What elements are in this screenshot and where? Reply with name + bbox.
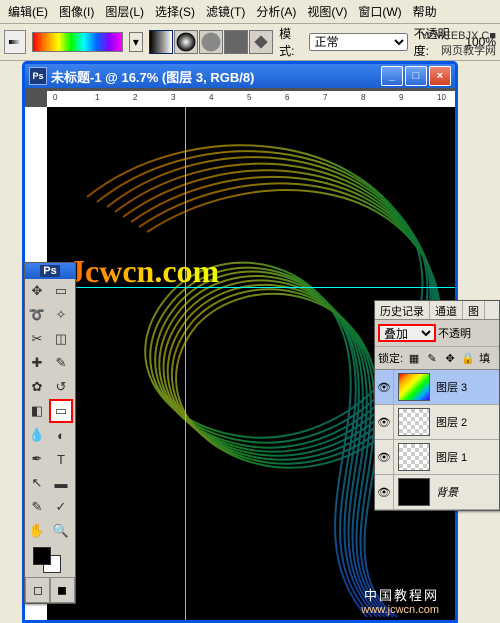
lock-paint-icon[interactable]: ✎ <box>425 351 439 365</box>
crop-tool[interactable]: ✂ <box>25 327 49 351</box>
notes-tool[interactable]: ✎ <box>25 495 49 519</box>
lock-all-icon[interactable]: 🔒 <box>461 351 475 365</box>
lasso-tool[interactable]: ➰ <box>25 303 49 327</box>
footer-watermark: 中国教程网 www.jcwcn.com <box>361 585 439 616</box>
blend-row: 叠加 不透明 <box>375 320 499 347</box>
dodge-tool[interactable]: ◐ <box>49 423 73 447</box>
close-button[interactable]: × <box>429 66 451 86</box>
vertical-guide <box>185 107 186 620</box>
ps-doc-icon: Ps <box>29 67 47 85</box>
history-brush-tool[interactable]: ↺ <box>49 375 73 399</box>
slice-tool[interactable]: ◫ <box>49 327 73 351</box>
layer-row[interactable]: 👁 图层 2 <box>375 405 499 440</box>
quickmask-on[interactable]: ◼ <box>49 577 75 603</box>
menu-filter[interactable]: 滤镜(T) <box>202 2 249 21</box>
pen-tool[interactable]: ✒ <box>25 447 49 471</box>
path-tool[interactable]: ↖ <box>25 471 49 495</box>
blur-tool[interactable]: 💧 <box>25 423 49 447</box>
menu-window[interactable]: 窗口(W) <box>354 2 405 21</box>
toolbox-title[interactable]: Ps <box>25 263 75 279</box>
gradient-tool-indicator <box>4 30 26 54</box>
quickmask-off[interactable]: ◻ <box>25 577 51 603</box>
menu-image[interactable]: 图像(I) <box>55 2 98 21</box>
menu-help[interactable]: 帮助 <box>409 2 441 21</box>
brush-tool[interactable]: ✎ <box>49 351 73 375</box>
lock-move-icon[interactable]: ✥ <box>443 351 457 365</box>
visibility-icon[interactable]: 👁 <box>375 440 394 474</box>
layer-row[interactable]: 👁 背景 <box>375 475 499 510</box>
shape-tool[interactable]: ▬ <box>49 471 73 495</box>
menu-analysis[interactable]: 分析(A) <box>252 2 300 21</box>
layer-row[interactable]: 👁 图层 3 <box>375 370 499 405</box>
move-tool[interactable]: ✥ <box>25 279 49 303</box>
corner-watermark: W.MEEBJX.C■ 网页教学网 <box>422 30 497 58</box>
layer-blend-select[interactable]: 叠加 <box>378 324 436 342</box>
stamp-tool[interactable]: ✿ <box>25 375 49 399</box>
gradient-tool[interactable]: ▭ <box>49 399 73 423</box>
layer-list: 👁 图层 3 👁 图层 2 👁 图层 1 👁 背景 <box>375 370 499 510</box>
document-titlebar[interactable]: Ps 未标题-1 @ 16.7% (图层 3, RGB/8) _ □ × <box>25 64 455 88</box>
gradient-type-group <box>149 30 273 54</box>
menu-select[interactable]: 选择(S) <box>151 2 199 21</box>
panel-tabs: 历史记录 通道 图 <box>375 301 499 320</box>
mode-label: 模式: <box>279 25 303 59</box>
visibility-icon[interactable]: 👁 <box>375 475 394 509</box>
healing-tool[interactable]: ✚ <box>25 351 49 375</box>
layer-name[interactable]: 背景 <box>434 484 499 500</box>
canvas-watermark: Jcwcn.com <box>69 253 219 290</box>
fill-label: 填 <box>479 350 490 366</box>
gradient-angle-button[interactable] <box>199 30 223 54</box>
toolbox-panel[interactable]: Ps ✥ ▭ ➰ ✧ ✂ ◫ ✚ ✎ ✿ ↺ ◧ ▭ 💧 ◐ ✒ T ↖ ▬ ✎… <box>24 262 76 604</box>
maximize-button[interactable]: □ <box>405 66 427 86</box>
gradient-linear-button[interactable] <box>149 30 173 54</box>
hand-tool[interactable]: ✋ <box>25 519 49 543</box>
document-title: 未标题-1 @ 16.7% (图层 3, RGB/8) <box>51 67 254 86</box>
gradient-dropdown-icon[interactable]: ▾ <box>129 32 143 52</box>
menu-edit[interactable]: 编辑(E) <box>4 2 52 21</box>
blend-mode-select[interactable]: 正常 <box>309 33 407 51</box>
minimize-button[interactable]: _ <box>381 66 403 86</box>
gradient-preset-thumb[interactable] <box>32 32 123 52</box>
menu-view[interactable]: 视图(V) <box>303 2 351 21</box>
layer-thumb[interactable] <box>398 373 430 401</box>
layer-name[interactable]: 图层 2 <box>434 414 499 430</box>
opacity-label-short: 不透明 <box>438 325 471 341</box>
layer-thumb[interactable] <box>398 443 430 471</box>
foreground-color-swatch[interactable] <box>33 547 51 565</box>
color-swatch[interactable] <box>25 543 75 577</box>
tab-channels[interactable]: 通道 <box>430 301 463 319</box>
gradient-reflected-button[interactable] <box>224 30 248 54</box>
wand-tool[interactable]: ✧ <box>49 303 73 327</box>
layer-name[interactable]: 图层 3 <box>434 379 499 395</box>
lock-transparent-icon[interactable]: ▦ <box>407 351 421 365</box>
gradient-radial-button[interactable] <box>174 30 198 54</box>
layer-thumb[interactable] <box>398 478 430 506</box>
lock-label: 锁定: <box>378 350 403 366</box>
main-menubar: 编辑(E) 图像(I) 图层(L) 选择(S) 滤镜(T) 分析(A) 视图(V… <box>0 0 500 24</box>
zoom-tool[interactable]: 🔍 <box>49 519 73 543</box>
type-tool[interactable]: T <box>49 447 73 471</box>
layers-panel[interactable]: 历史记录 通道 图 叠加 不透明 锁定: ▦ ✎ ✥ 🔒 填 👁 图层 3 👁 … <box>374 300 500 511</box>
gradient-diamond-button[interactable] <box>249 30 273 54</box>
layer-row[interactable]: 👁 图层 1 <box>375 440 499 475</box>
tab-layers[interactable]: 图 <box>463 301 485 319</box>
eraser-tool[interactable]: ◧ <box>25 399 49 423</box>
menu-layer[interactable]: 图层(L) <box>101 2 148 21</box>
marquee-tool[interactable]: ▭ <box>49 279 73 303</box>
horizontal-ruler: 0 1 2 3 4 5 6 7 8 9 10 <box>47 91 455 108</box>
eyedropper-tool[interactable]: ✓ <box>49 495 73 519</box>
layer-thumb[interactable] <box>398 408 430 436</box>
visibility-icon[interactable]: 👁 <box>375 370 394 404</box>
visibility-icon[interactable]: 👁 <box>375 405 394 439</box>
tab-history[interactable]: 历史记录 <box>375 301 430 319</box>
lock-row: 锁定: ▦ ✎ ✥ 🔒 填 <box>375 347 499 370</box>
layer-name[interactable]: 图层 1 <box>434 449 499 465</box>
